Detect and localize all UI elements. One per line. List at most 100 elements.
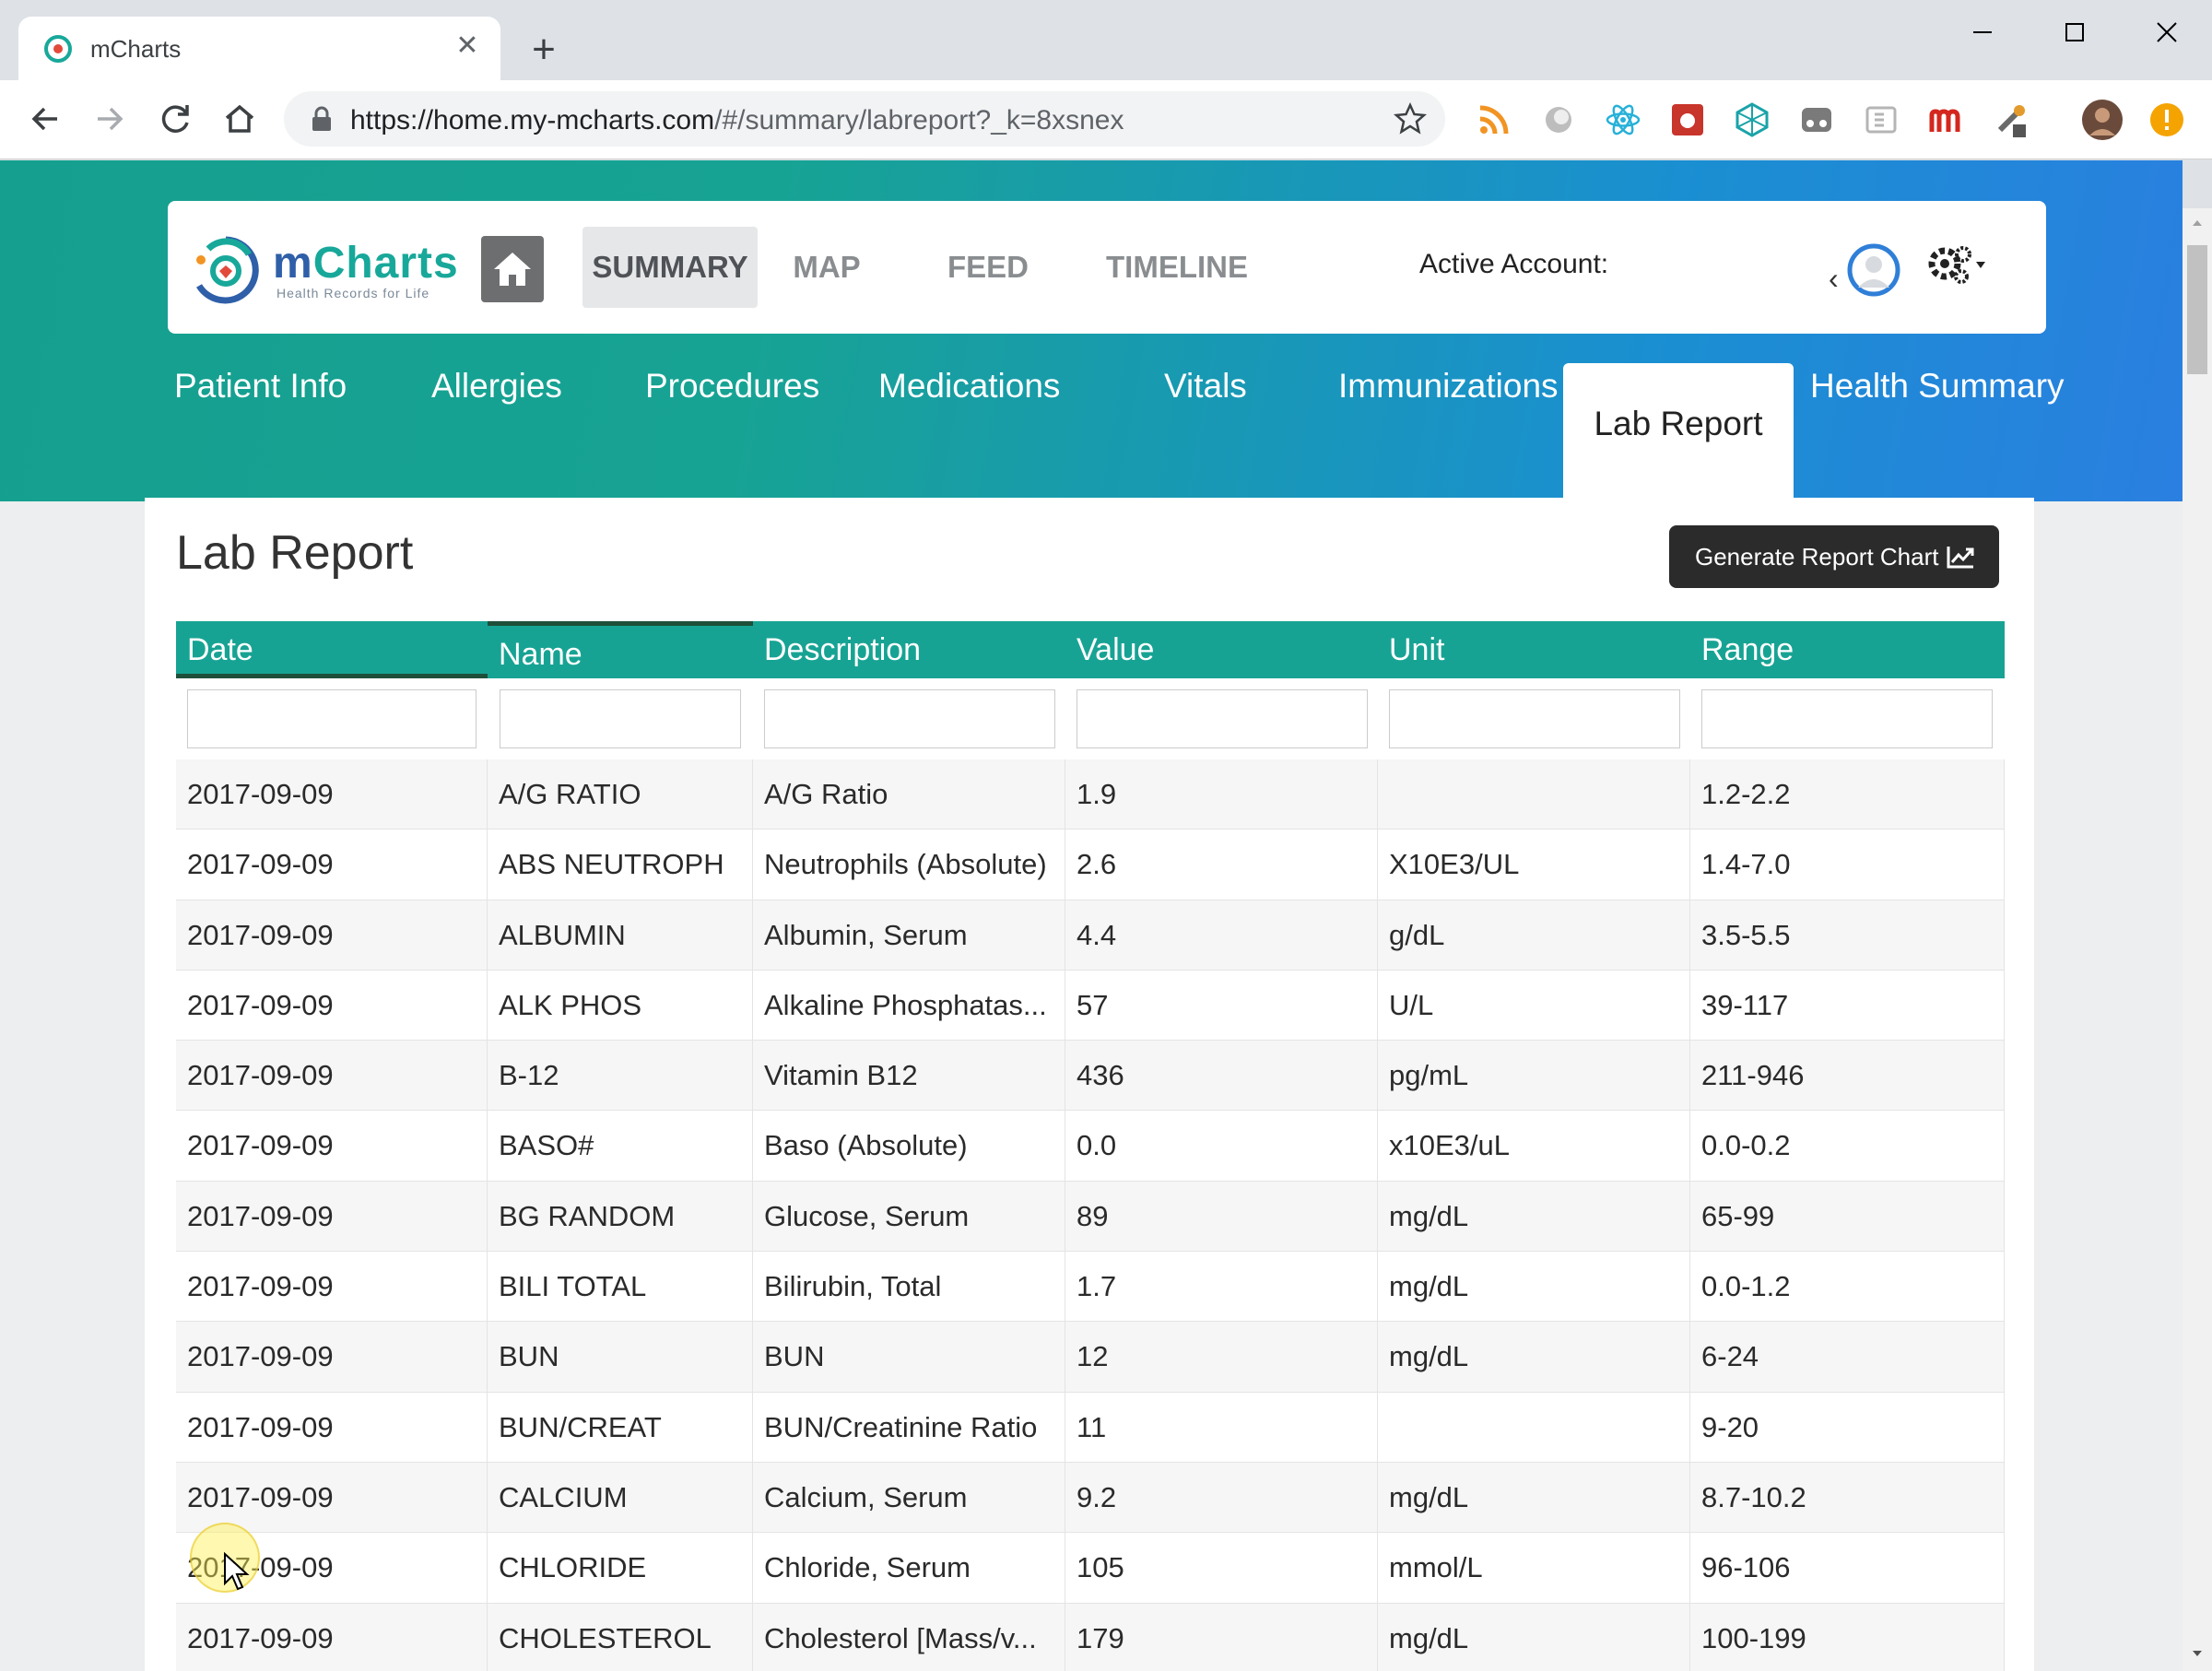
logo-tagline: Health Records for Life (276, 286, 430, 300)
table-row[interactable]: 2017-09-09 CALCIUM Calcium, Serum 9.2 mg/dL 8… (176, 1462, 2005, 1534)
subnav-vitals[interactable]: Vitals (1164, 359, 1247, 413)
cell-range: 65-99 (1690, 1181, 2005, 1252)
logo-name-part2: Charts (312, 239, 459, 288)
maximize-icon[interactable] (2041, 11, 2106, 53)
bookmark-star-icon[interactable] (1392, 100, 1429, 137)
mcharts-extension-icon[interactable] (1926, 100, 1965, 139)
cell-unit: mg/dL (1378, 1462, 1690, 1533)
mcharts-logo-icon[interactable] (188, 232, 264, 310)
rss-extension-icon[interactable] (1475, 100, 1513, 139)
scroll-down-icon[interactable] (2190, 1646, 2205, 1661)
top-navbar: mCharts Health Records for Life SUMMARY … (168, 201, 2046, 334)
active-account-label: Active Account: (1419, 249, 1609, 279)
profile-avatar-icon[interactable] (2081, 99, 2124, 141)
scroll-up-icon[interactable] (2190, 216, 2205, 230)
table-row[interactable]: 2017-09-09 BASO# Baso (Absolute) 0.0 x10E3/u… (176, 1111, 2005, 1182)
column-header-description[interactable]: Description (753, 621, 1065, 678)
cell-description: Chloride, Serum (753, 1533, 1065, 1604)
filter-name-input[interactable] (500, 689, 741, 748)
subnav-allergies[interactable]: Allergies (431, 359, 562, 413)
cell-unit: mg/dL (1378, 1322, 1690, 1393)
cell-unit (1378, 1392, 1690, 1463)
account-avatar-icon[interactable] (1847, 243, 1900, 297)
cell-range: 211-946 (1690, 1041, 2005, 1112)
column-header-date[interactable]: Date (176, 621, 488, 678)
nav-summary[interactable]: SUMMARY (582, 227, 758, 308)
column-header-unit[interactable]: Unit (1378, 621, 1690, 678)
forward-arrow-icon[interactable] (83, 93, 135, 145)
table-row[interactable]: 2017-09-09 BG RANDOM Glucose, Serum 89 mg/dL… (176, 1181, 2005, 1253)
table-row[interactable]: 2017-09-09 ABS NEUTROPH Neutrophils (Absol… (176, 830, 2005, 900)
circle-extension-icon[interactable] (1539, 100, 1578, 139)
reader-extension-icon[interactable] (1862, 100, 1900, 139)
cell-unit: pg/mL (1378, 1041, 1690, 1112)
back-arrow-icon[interactable] (20, 93, 72, 145)
table-row[interactable]: 2017-09-09 BUN/CREAT BUN/Creatinine Ratio 1… (176, 1392, 2005, 1463)
settings-gear-icon[interactable] (1924, 243, 1991, 289)
filter-range-input[interactable] (1701, 689, 1993, 748)
cell-date: 2017-09-09 (176, 1041, 488, 1112)
filter-date-input[interactable] (187, 689, 477, 748)
cell-description: Bilirubin, Total (753, 1252, 1065, 1323)
subnav-medications[interactable]: Medications (878, 359, 1060, 413)
cell-name: BASO# (488, 1111, 753, 1182)
cell-date: 2017-09-09 (176, 1252, 488, 1323)
nav-feed[interactable]: FEED (933, 227, 1043, 308)
table-row[interactable]: 2017-09-09 ALBUMIN Albumin, Serum 4.4 g/dL 3.… (176, 900, 2005, 971)
reload-icon[interactable] (149, 93, 201, 145)
column-header-range[interactable]: Range (1690, 621, 2005, 678)
table-row[interactable]: 2017-09-09 A/G RATIO A/G Ratio 1.9 1.2-2.2 (176, 759, 2005, 830)
subnav-health-summary[interactable]: Health Summary (1810, 359, 2065, 413)
url-host: https://home.my-mcharts.com (350, 105, 715, 135)
subnav-lab-report[interactable]: Lab Report (1563, 363, 1794, 501)
cell-name: BUN/CREAT (488, 1392, 753, 1463)
subnav-patient-info[interactable]: Patient Info (174, 359, 347, 413)
home-icon[interactable] (214, 93, 265, 145)
table-row[interactable]: 2017-09-09 ALK PHOS Alkaline Phosphatas...… (176, 970, 2005, 1041)
eyedropper-extension-icon[interactable] (1991, 100, 2030, 139)
address-bar[interactable]: https://home.my-mcharts.com/#/summary/la… (284, 91, 1445, 147)
generate-report-chart-button[interactable]: Generate Report Chart (1669, 525, 1999, 588)
table-row[interactable]: 2017-09-09 BILI TOTAL Bilirubin, Total 1.7 m… (176, 1252, 2005, 1323)
table-row[interactable]: 2017-09-09 B-12 Vitamin B12 436 pg/mL 211-946 (176, 1041, 2005, 1112)
window-close-icon[interactable] (2134, 11, 2198, 53)
browser-tabstrip: mCharts ✕ + (0, 0, 2212, 81)
cell-name: ABS NEUTROPH (488, 830, 753, 900)
incognito-extension-icon[interactable] (1797, 100, 1836, 139)
cell-date: 2017-09-09 (176, 1392, 488, 1463)
mouse-pointer-icon (224, 1552, 250, 1591)
column-header-value[interactable]: Value (1065, 621, 1378, 678)
bug-extension-icon[interactable] (1668, 100, 1707, 139)
update-alert-icon[interactable] (2147, 100, 2186, 139)
cell-name: CALCIUM (488, 1462, 753, 1533)
close-tab-icon[interactable]: ✕ (451, 29, 484, 63)
react-devtools-icon[interactable] (1604, 100, 1642, 139)
filter-description-input[interactable] (764, 689, 1055, 748)
browser-tab[interactable]: mCharts ✕ (18, 17, 500, 81)
cell-value: 9.2 (1065, 1462, 1378, 1533)
home-button[interactable] (481, 236, 544, 302)
table-row[interactable]: 2017-09-09 CHLORIDE Chloride, Serum 105 mmol… (176, 1533, 2005, 1604)
network-extension-icon[interactable] (1733, 100, 1771, 139)
subnav-procedures[interactable]: Procedures (645, 359, 819, 413)
generate-report-chart-label: Generate Report Chart (1695, 543, 1939, 571)
cell-range: 3.5-5.5 (1690, 900, 2005, 971)
nav-timeline[interactable]: TIMELINE (1080, 227, 1274, 308)
chevron-left-icon[interactable]: ‹ (1829, 262, 1839, 296)
cell-range: 6-24 (1690, 1322, 2005, 1393)
minimize-icon[interactable] (1949, 11, 2014, 53)
nav-map[interactable]: MAP (785, 227, 868, 308)
cell-date: 2017-09-09 (176, 1111, 488, 1182)
subnav-immunizations[interactable]: Immunizations (1338, 359, 1559, 413)
table-row[interactable]: 2017-09-09 BUN BUN 12 mg/dL 6-24 (176, 1322, 2005, 1393)
page-scrollbar[interactable] (2183, 208, 2212, 1671)
cell-range: 9-20 (1690, 1392, 2005, 1463)
cell-description: Glucose, Serum (753, 1181, 1065, 1252)
column-header-name[interactable]: Name (488, 621, 753, 678)
filter-value-input[interactable] (1077, 689, 1368, 748)
scrollbar-thumb[interactable] (2187, 245, 2207, 374)
filter-unit-input[interactable] (1389, 689, 1680, 748)
new-tab-icon[interactable]: + (524, 29, 564, 70)
table-row[interactable]: 2017-09-09 CHOLESTEROL Cholesterol [Mass/v… (176, 1603, 2005, 1671)
cell-range: 1.2-2.2 (1690, 759, 2005, 830)
